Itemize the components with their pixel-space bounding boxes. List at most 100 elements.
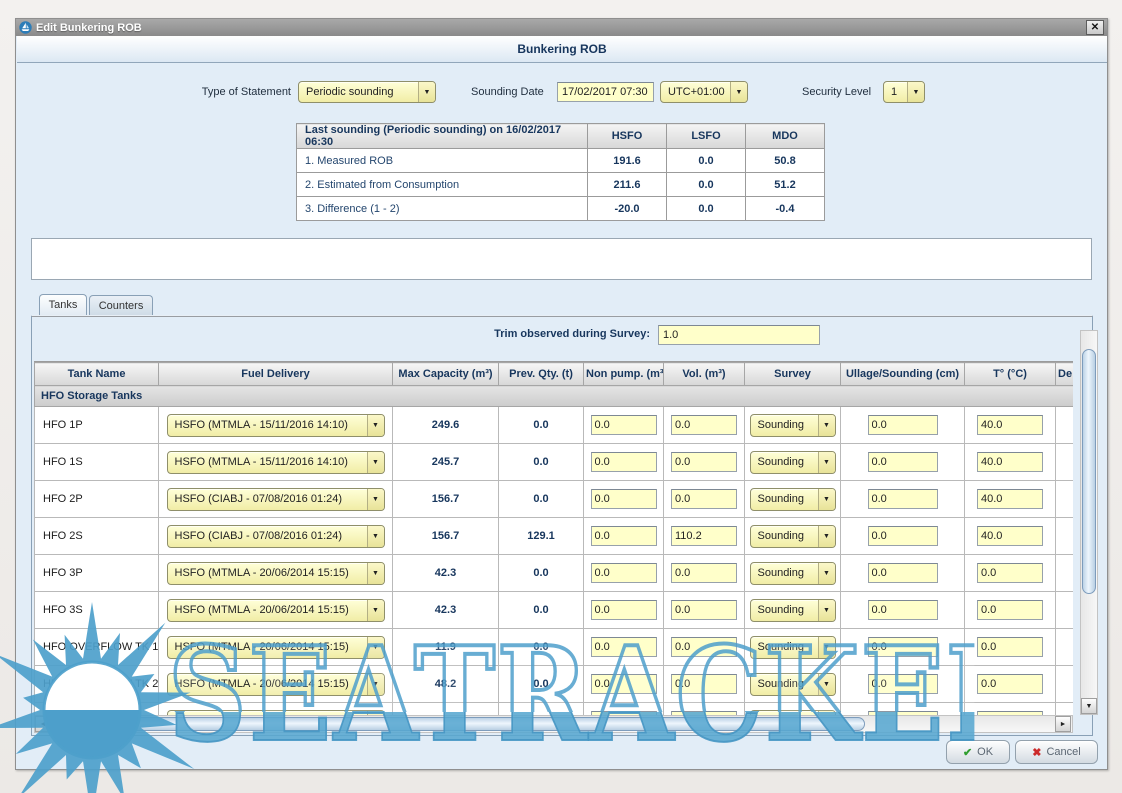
ok-button[interactable]: ✔ OK [946, 740, 1010, 764]
density-cell [1056, 481, 1074, 518]
non-pump-input[interactable] [591, 563, 657, 583]
tank-name: HFO 1P [35, 407, 159, 444]
tank-name: HFO 1S [35, 444, 159, 481]
scroll-left-button[interactable]: ◄ [35, 716, 51, 732]
window-title: Edit Bunkering ROB [36, 22, 142, 34]
cancel-button[interactable]: ✖ Cancel [1015, 740, 1098, 764]
summary-lsfo-value: 0.0 [667, 197, 746, 221]
fuel-delivery-select[interactable]: HSFO (MTMLA - 20/06/2014 15:15) ▼ [167, 599, 385, 622]
timezone-value: UTC+01:00 [668, 86, 730, 98]
fuel-delivery-select[interactable]: HSFO (MTMLA - 20/06/2014 15:15) ▼ [167, 636, 385, 659]
summary-row-label: 3. Difference (1 - 2) [297, 197, 588, 221]
horizontal-scroll-thumb[interactable] [49, 717, 865, 731]
density-cell [1056, 703, 1074, 716]
edit-bunkering-rob-dialog: Edit Bunkering ROB ✕ Bunkering ROB Type … [15, 18, 1108, 770]
survey-select[interactable]: Sounding ▼ [750, 451, 836, 474]
col-non-pump: Non pump. (m³) [584, 363, 664, 386]
temperature-input[interactable] [977, 600, 1043, 620]
vol-input[interactable] [671, 600, 737, 620]
fuel-delivery-value: HSFO (MTMLA - 20/06/2014 15:15) [175, 604, 367, 616]
non-pump-input[interactable] [591, 415, 657, 435]
survey-select[interactable]: Sounding ▼ [750, 673, 836, 696]
survey-select[interactable]: Sounding ▼ [750, 414, 836, 437]
down-arrow-icon: ▼ [1086, 703, 1093, 710]
summary-row: 3. Difference (1 - 2) -20.0 0.0 -0.4 [297, 197, 825, 221]
tank-name: HFO 3P [35, 555, 159, 592]
temperature-input[interactable] [977, 489, 1043, 509]
vertical-scroll-thumb[interactable] [1082, 349, 1096, 594]
survey-value: Sounding [758, 419, 818, 431]
survey-value: Sounding [758, 530, 818, 542]
prev-qty-value: 0.0 [499, 592, 584, 629]
cross-icon: ✖ [1032, 746, 1041, 759]
vol-input[interactable] [671, 526, 737, 546]
tanks-panel: Trim observed during Survey: Tank Name F… [31, 315, 1093, 736]
ullage-sounding-input[interactable] [868, 600, 938, 620]
tab-counters-label: Counters [99, 300, 144, 312]
timezone-select[interactable]: UTC+01:00 ▼ [660, 81, 748, 103]
ullage-sounding-input[interactable] [868, 489, 938, 509]
sounding-date-label: Sounding Date [471, 86, 544, 98]
non-pump-input[interactable] [591, 600, 657, 620]
ullage-sounding-input[interactable] [868, 526, 938, 546]
vol-input[interactable] [671, 489, 737, 509]
temperature-input[interactable] [977, 637, 1043, 657]
tab-counters[interactable]: Counters [89, 295, 153, 315]
temperature-input[interactable] [977, 452, 1043, 472]
sounding-date-input[interactable] [557, 82, 654, 102]
vol-input[interactable] [671, 452, 737, 472]
tank-row: HFO 1P HSFO (MTMLA - 15/11/2016 14:10) ▼… [35, 407, 1074, 444]
section-row-hfo-storage: HFO Storage Tanks [35, 386, 1074, 407]
fuel-delivery-select[interactable]: HSFO (CIABJ - 07/08/2016 01:24) ▼ [167, 525, 385, 548]
title-bar[interactable]: Edit Bunkering ROB ✕ [16, 19, 1107, 36]
ullage-sounding-input[interactable] [868, 674, 938, 694]
comment-textarea[interactable] [31, 238, 1092, 280]
type-of-statement-select[interactable]: Periodic sounding ▼ [298, 81, 436, 103]
fuel-delivery-select[interactable]: HSFO (MTMLA - 20/06/2014 15:15) ▼ [167, 673, 385, 696]
vol-input[interactable] [671, 415, 737, 435]
survey-value: Sounding [758, 567, 818, 579]
non-pump-input[interactable] [591, 526, 657, 546]
tab-tanks[interactable]: Tanks [39, 294, 87, 315]
ullage-sounding-input[interactable] [868, 415, 938, 435]
non-pump-input[interactable] [591, 452, 657, 472]
fuel-delivery-select[interactable]: HSFO (MTMLA - 20/06/2014 15:15) ▼ [167, 562, 385, 585]
max-capacity-value: 245.7 [393, 444, 499, 481]
col-fuel-delivery: Fuel Delivery [159, 363, 393, 386]
fuel-delivery-select[interactable]: HSFO (MTMLA - 15/11/2016 14:10) ▼ [167, 451, 385, 474]
non-pump-input[interactable] [591, 637, 657, 657]
temperature-input[interactable] [977, 526, 1043, 546]
non-pump-input[interactable] [591, 674, 657, 694]
ullage-sounding-input[interactable] [868, 563, 938, 583]
survey-value: Sounding [758, 493, 818, 505]
survey-select[interactable]: Sounding ▼ [750, 599, 836, 622]
temperature-input[interactable] [977, 674, 1043, 694]
close-button[interactable]: ✕ [1086, 20, 1104, 35]
non-pump-input[interactable] [591, 489, 657, 509]
vertical-scrollbar[interactable] [1080, 330, 1098, 715]
scroll-right-button[interactable]: ► [1055, 716, 1071, 732]
horizontal-scrollbar[interactable] [34, 715, 1073, 733]
tank-row: HFO 2P HSFO (CIABJ - 07/08/2016 01:24) ▼… [35, 481, 1074, 518]
trim-input[interactable] [658, 325, 820, 345]
vol-input[interactable] [671, 637, 737, 657]
temperature-input[interactable] [977, 563, 1043, 583]
ullage-sounding-input[interactable] [868, 637, 938, 657]
col-tank-name: Tank Name [35, 363, 159, 386]
chevron-down-icon: ▼ [818, 563, 835, 584]
sailboat-icon [19, 21, 32, 34]
vol-input[interactable] [671, 674, 737, 694]
ullage-sounding-input[interactable] [868, 452, 938, 472]
survey-value: Sounding [758, 678, 818, 690]
vol-input[interactable] [671, 563, 737, 583]
fuel-delivery-select[interactable]: HSFO (MTMLA - 15/11/2016 14:10) ▼ [167, 414, 385, 437]
security-level-select[interactable]: 1 ▼ [883, 81, 925, 103]
survey-select[interactable]: Sounding ▼ [750, 488, 836, 511]
scroll-down-button[interactable]: ▼ [1081, 698, 1097, 714]
temperature-input[interactable] [977, 415, 1043, 435]
survey-select[interactable]: Sounding ▼ [750, 562, 836, 585]
survey-select[interactable]: Sounding ▼ [750, 636, 836, 659]
fuel-delivery-select[interactable]: HSFO (CIABJ - 07/08/2016 01:24) ▼ [167, 488, 385, 511]
max-capacity-value: 11.9 [393, 629, 499, 666]
survey-select[interactable]: Sounding ▼ [750, 525, 836, 548]
